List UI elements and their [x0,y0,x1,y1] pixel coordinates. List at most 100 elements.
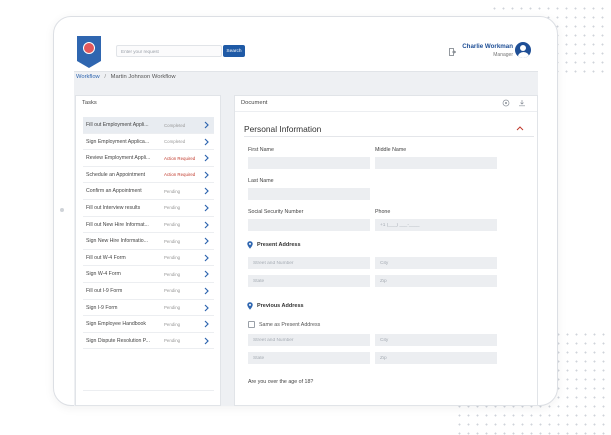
task-name: Review Employment Appli... [86,155,151,162]
task-item[interactable]: Sign Employee Handbook Pending [83,316,214,333]
logo-mark [83,42,95,54]
task-status: Pending [164,205,181,211]
task-status: Completed [164,122,186,128]
task-item[interactable]: Schedule an Appointment Action Required [83,166,214,184]
tasks-panel: Tasks Fill out Employment Appli... Comple… [75,95,221,406]
user-name[interactable]: Charlie Workman [457,43,513,50]
task-status: Pending [164,288,181,294]
document-title: Document [241,100,268,106]
task-status: Pending [164,222,181,228]
task-status: Pending [164,338,181,344]
location-pin-icon [247,302,253,310]
chevron-right-icon[interactable] [203,287,210,295]
section-title: Personal Information [244,124,322,134]
present-zip-field[interactable] [375,275,497,287]
middle-name-field[interactable] [375,157,497,169]
avatar-body [517,52,529,58]
chevron-right-icon[interactable] [203,121,210,129]
task-name: Fill out Employment Appli... [86,122,149,128]
task-name: Sign W-4 Form [86,271,121,278]
task-status: Completed [164,139,186,145]
task-status: Pending [164,238,181,244]
user-avatar-icon[interactable] [515,42,531,58]
same-as-present-checkbox[interactable] [248,321,255,328]
task-item[interactable]: Fill out W-4 Form Pending [83,249,214,267]
chevron-right-icon[interactable] [203,138,210,146]
chevron-right-icon[interactable] [203,337,210,345]
task-item[interactable]: Sign W-4 Form Pending [83,266,214,283]
search-input[interactable] [116,45,222,57]
task-item[interactable]: Fill out New Hire Informat... Pending [83,216,214,234]
location-pin-icon [247,241,253,249]
task-name: Schedule an Appointment [86,171,146,178]
task-status: Action Required [164,172,196,178]
download-icon[interactable] [518,99,526,107]
chevron-right-icon[interactable] [203,237,210,245]
tablet-camera [60,208,64,212]
phone-field[interactable] [375,219,497,231]
task-status: Pending [164,305,181,311]
search-button[interactable]: Search [223,45,245,57]
app-screen: Search Charlie Workman Manager Workflow … [74,34,538,406]
breadcrumb-separator: / [104,74,106,80]
chevron-right-icon[interactable] [203,204,210,212]
task-item[interactable]: Sign Employment Applica... Completed [83,133,214,151]
logout-icon[interactable] [449,48,456,56]
task-item[interactable]: Confirm an Appointment Pending [83,183,214,200]
gear-icon[interactable] [502,99,510,107]
task-item[interactable]: Review Employment Appli... Action Require… [83,150,214,167]
chevron-right-icon[interactable] [203,221,210,229]
chevron-right-icon[interactable] [203,187,210,195]
ssn-field[interactable] [248,219,370,231]
previous-address-title: Previous Address [257,303,304,309]
previous-city-field[interactable] [375,334,497,346]
tasks-title: Tasks [82,100,97,106]
task-name: Sign Employee Handbook [86,321,146,328]
chevron-up-icon[interactable] [516,125,524,131]
document-panel: Document Personal Information First Name… [234,95,538,406]
first-name-field[interactable] [248,157,370,169]
task-name: Sign I-9 Form [86,304,118,311]
task-item[interactable]: Sign Dispute Resolution P... Pending [83,332,214,350]
present-city-field[interactable] [375,257,497,269]
chevron-right-icon[interactable] [203,154,210,162]
previous-zip-field[interactable] [375,352,497,364]
task-status: Pending [164,271,181,277]
app-header: Search Charlie Workman Manager [74,34,538,72]
tasks-footer-divider [83,390,214,391]
logo-icon[interactable] [77,36,101,68]
chevron-right-icon[interactable] [203,304,210,312]
previous-street-field[interactable] [248,334,370,346]
task-item[interactable]: Fill out I-9 Form Pending [83,282,214,300]
chevron-right-icon[interactable] [203,270,210,278]
present-street-field[interactable] [248,257,370,269]
task-item[interactable]: Sign New Hire Informatio... Pending [83,233,214,250]
last-name-label: Last Name [248,178,274,184]
first-name-label: First Name [248,147,274,153]
chevron-right-icon[interactable] [203,171,210,179]
task-status: Pending [164,188,181,194]
chevron-right-icon[interactable] [203,320,210,328]
task-status: Action Required [164,155,196,161]
previous-state-field[interactable] [248,352,370,364]
task-name: Sign Employment Applica... [86,138,150,145]
task-item[interactable]: Fill out Interview results Pending [83,199,214,217]
user-role: Manager [493,52,513,58]
task-status: Pending [164,321,181,327]
last-name-field[interactable] [248,188,370,200]
present-state-field[interactable] [248,275,370,287]
breadcrumb-current: Martin Johnson Workflow [110,74,176,80]
same-as-present-label[interactable]: Same as Present Address [259,322,320,328]
task-name: Fill out I-9 Form [86,287,123,294]
task-item[interactable]: Fill out Employment Appli... Completed [83,117,214,134]
breadcrumb: Workflow / Martin Johnson Workflow [76,74,176,80]
chevron-right-icon[interactable] [203,254,210,262]
breadcrumb-workflow-link[interactable]: Workflow [76,74,100,80]
task-name: Sign New Hire Informatio... [86,238,148,245]
age-question: Are you over the age of 18? [248,379,314,385]
task-item[interactable]: Sign I-9 Form Pending [83,299,214,317]
task-status: Pending [164,255,181,261]
present-address-title: Present Address [257,242,301,248]
middle-name-label: Middle Name [375,147,407,153]
task-name: Fill out Interview results [86,204,141,211]
